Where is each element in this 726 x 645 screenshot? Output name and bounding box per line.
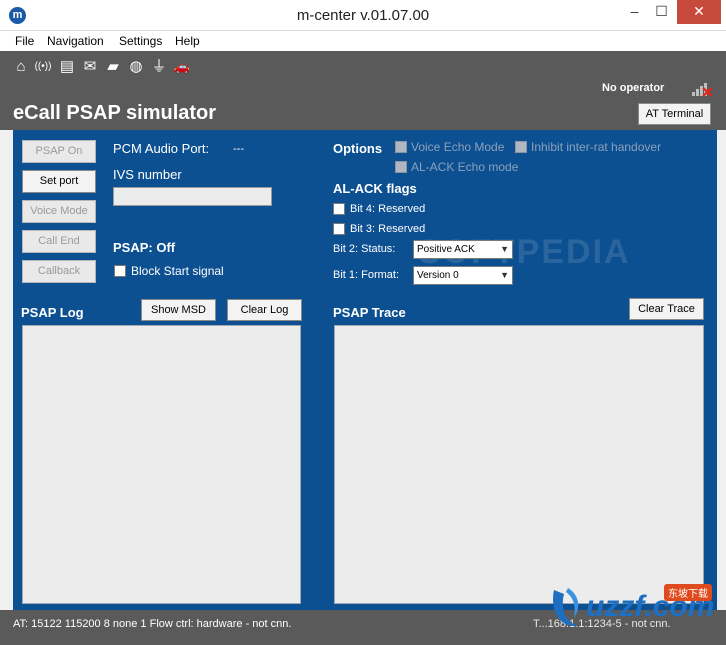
menu-help[interactable]: Help xyxy=(175,34,200,48)
sim-card-icon[interactable]: ▤ xyxy=(58,58,76,76)
bit2-label: Bit 2: Status: xyxy=(333,243,396,255)
globe-icon[interactable]: ◍ xyxy=(127,58,145,76)
menu-settings[interactable]: Settings xyxy=(119,34,162,48)
maximize-button[interactable]: ☐ xyxy=(648,0,675,24)
no-signal-icon xyxy=(692,83,713,97)
toolbar: ⌂ ((•)) ▤ ✉ ▰ ◍ ⏚ 🚗 No operator xyxy=(0,51,726,99)
bit1-label: Bit 1: Format: xyxy=(333,269,400,281)
page-header: eCall PSAP simulator AT Terminal xyxy=(0,99,726,130)
clear-log-button[interactable]: Clear Log xyxy=(227,299,302,321)
voice-echo-checkbox[interactable] xyxy=(395,141,407,153)
psap-log-title: PSAP Log xyxy=(21,305,84,320)
bit3-checkbox[interactable] xyxy=(333,223,345,235)
call-end-button[interactable]: Call End xyxy=(22,230,96,253)
inhibit-handover-label: Inhibit inter-rat handover xyxy=(531,140,662,154)
logo-badge: 东坡下载 xyxy=(664,584,712,601)
chevron-down-icon: ▼ xyxy=(500,244,509,254)
wireless-icon[interactable]: ((•)) xyxy=(34,58,52,76)
bit4-checkbox[interactable] xyxy=(333,203,345,215)
psap-status: PSAP: Off xyxy=(113,240,176,255)
bit2-status-select[interactable]: Positive ACK ▼ xyxy=(413,240,513,259)
psap-trace-area[interactable] xyxy=(334,325,704,604)
logo-swoosh-icon xyxy=(553,588,579,627)
al-ack-echo-checkbox[interactable] xyxy=(395,161,407,173)
uzzf-logo: uzzf.com 东坡下载 xyxy=(548,578,720,638)
folder-icon[interactable]: ▰ xyxy=(104,58,122,76)
bit1-format-select[interactable]: Version 0 ▼ xyxy=(413,266,513,285)
set-port-button[interactable]: Set port xyxy=(22,170,96,193)
voice-mode-button[interactable]: Voice Mode xyxy=(22,200,96,223)
bit2-status-value: Positive ACK xyxy=(417,244,475,255)
window-title: m-center v.01.07.00 xyxy=(296,7,430,24)
psap-on-button[interactable]: PSAP On xyxy=(22,140,96,163)
block-start-checkbox[interactable] xyxy=(114,265,126,277)
menu-bar: File Navigation Settings Help xyxy=(0,31,726,51)
psap-panel: SOFTPEDIA PSAP On Set port Voice Mode Ca… xyxy=(13,130,717,610)
antenna-icon[interactable]: ⏚ xyxy=(150,58,168,76)
car-icon[interactable]: 🚗 xyxy=(173,58,191,76)
bit3-label: Bit 3: Reserved xyxy=(350,223,426,235)
show-msd-button[interactable]: Show MSD xyxy=(141,299,216,321)
pcm-audio-port-label: PCM Audio Port: xyxy=(113,141,210,156)
operator-status: No operator xyxy=(602,82,665,94)
voice-echo-label: Voice Echo Mode xyxy=(411,140,505,154)
inhibit-handover-checkbox[interactable] xyxy=(515,141,527,153)
at-port-status: AT: 15122 115200 8 none 1 Flow ctrl: har… xyxy=(13,618,292,630)
ivs-number-input[interactable] xyxy=(113,187,272,206)
clear-trace-button[interactable]: Clear Trace xyxy=(629,298,704,320)
callback-button[interactable]: Callback xyxy=(22,260,96,283)
menu-navigation[interactable]: Navigation xyxy=(47,34,104,48)
close-button[interactable]: ✕ xyxy=(677,0,721,24)
home-icon[interactable]: ⌂ xyxy=(12,58,30,76)
bit4-label: Bit 4: Reserved xyxy=(350,203,426,215)
psap-log-area[interactable] xyxy=(22,325,301,604)
ivs-number-label: IVS number xyxy=(113,167,182,182)
title-bar: m m-center v.01.07.00 – ☐ ✕ xyxy=(0,0,726,31)
al-ack-echo-label: AL-ACK Echo mode xyxy=(411,160,519,174)
options-title: Options xyxy=(333,141,383,156)
minimize-button[interactable]: – xyxy=(621,0,648,24)
bit1-format-value: Version 0 xyxy=(417,270,459,281)
al-ack-flags-title: AL-ACK flags xyxy=(333,181,417,196)
block-start-label: Block Start signal xyxy=(131,264,224,278)
pcm-audio-port-value: --- xyxy=(233,143,244,155)
psap-trace-title: PSAP Trace xyxy=(333,305,406,320)
menu-file[interactable]: File xyxy=(15,34,34,48)
at-terminal-button[interactable]: AT Terminal xyxy=(638,103,711,125)
chevron-down-icon: ▼ xyxy=(500,270,509,280)
page-title: eCall PSAP simulator xyxy=(13,102,217,124)
mail-icon[interactable]: ✉ xyxy=(81,58,99,76)
